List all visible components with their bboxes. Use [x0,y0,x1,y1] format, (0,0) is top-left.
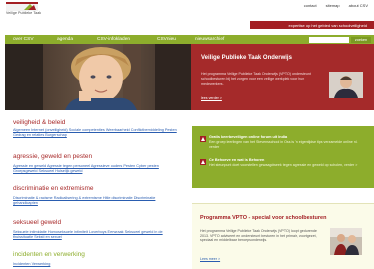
section-title-incidenten[interactable]: incidenten en verwerking [13,251,85,258]
search-button[interactable]: zoeken [351,36,371,43]
section-links-incidenten[interactable]: Incidenten Verwerking [13,262,178,267]
section-links-discriminatie[interactable]: Discriminatie & racisme Radicalisering &… [13,196,178,206]
top-links: contact sitemap about CSV [304,3,368,8]
hero-text: Het programma Veilige Publieke Taak Onde… [201,72,311,86]
expertise-banner-text: expertise op het gebied van schoolveilig… [288,22,368,28]
section-links-seksueel-geweld[interactable]: Seksuele intimidatie Homoseksuele intimi… [13,230,178,240]
nav-item-over-csv[interactable]: over CSV [13,37,34,42]
news-panel: Gratis keerbeveiligen online forum uit I… [192,126,374,188]
nav-item-nieuwsarchief[interactable]: nieuwsarchief [195,37,224,42]
news-title[interactable]: Gratis keerbeveiligen online forum uit I… [209,135,287,139]
nav-item-agenda[interactable]: agenda [57,37,73,42]
nav-item-csvnieu[interactable]: CSVnieu [157,37,176,42]
hero-photo [5,44,191,110]
section-title-veiligheid[interactable]: veiligheid & beleid [13,119,65,126]
vpto-title: Programma VPTO - special voor schoolbest… [200,215,327,221]
top-link-sitemap[interactable]: sitemap [326,3,340,8]
section-title-discriminatie[interactable]: discriminatie en extremisme [13,185,94,192]
main-nav: over CSV agenda CSV-infokladen CSVnieu n… [5,35,374,44]
news-text: Het steunpunt doet voorstellen gewaagdwe… [209,163,358,167]
news-text: Een groep leerlingen van het Stevensscho… [209,140,358,149]
section-links-veiligheid[interactable]: Algemeen Internet (onveiligheid) Sociale… [13,128,178,138]
section-title-agressie[interactable]: agressie, geweld en pesten [13,153,92,160]
hero-read-more-link[interactable]: lees verder > [201,96,222,100]
top-link-contact[interactable]: contact [304,3,317,8]
vpto-read-more-link[interactable]: Lees meer > [200,257,220,261]
news-bullet-icon [200,159,206,165]
hero-person-photo [329,72,363,98]
nav-item-infokladen[interactable]: CSV-infokladen [97,37,130,42]
news-title[interactable]: Ce Behoeve en wat is Behoren [209,158,264,162]
hero-panel: Veilige Publieke Taak Onderwijs Het prog… [191,44,374,110]
logo-mark-icon [6,2,38,11]
section-title-seksueel-geweld[interactable]: seksueel geweld [13,219,61,226]
news-bullet-icon [200,136,206,142]
child-portrait-image [5,44,191,110]
vpto-people-photo [330,228,362,255]
expertise-banner: expertise op het gebied van schoolveilig… [250,21,374,29]
hero-title: Veilige Publieke Taak Onderwijs [201,55,292,61]
section-links-agressie[interactable]: Agressie en geweld Agressie tegen person… [13,164,178,174]
top-link-about[interactable]: about CSV [349,3,368,8]
search-input[interactable] [309,36,349,43]
vpto-text: Het programma Veilige Publieke Taak Onde… [200,229,317,243]
site-logo[interactable]: Veilige Publieke Taak [6,2,42,16]
vpto-promo-box: Programma VPTO - special voor schoolbest… [192,203,374,269]
logo-text: Veilige Publieke Taak [6,11,42,15]
